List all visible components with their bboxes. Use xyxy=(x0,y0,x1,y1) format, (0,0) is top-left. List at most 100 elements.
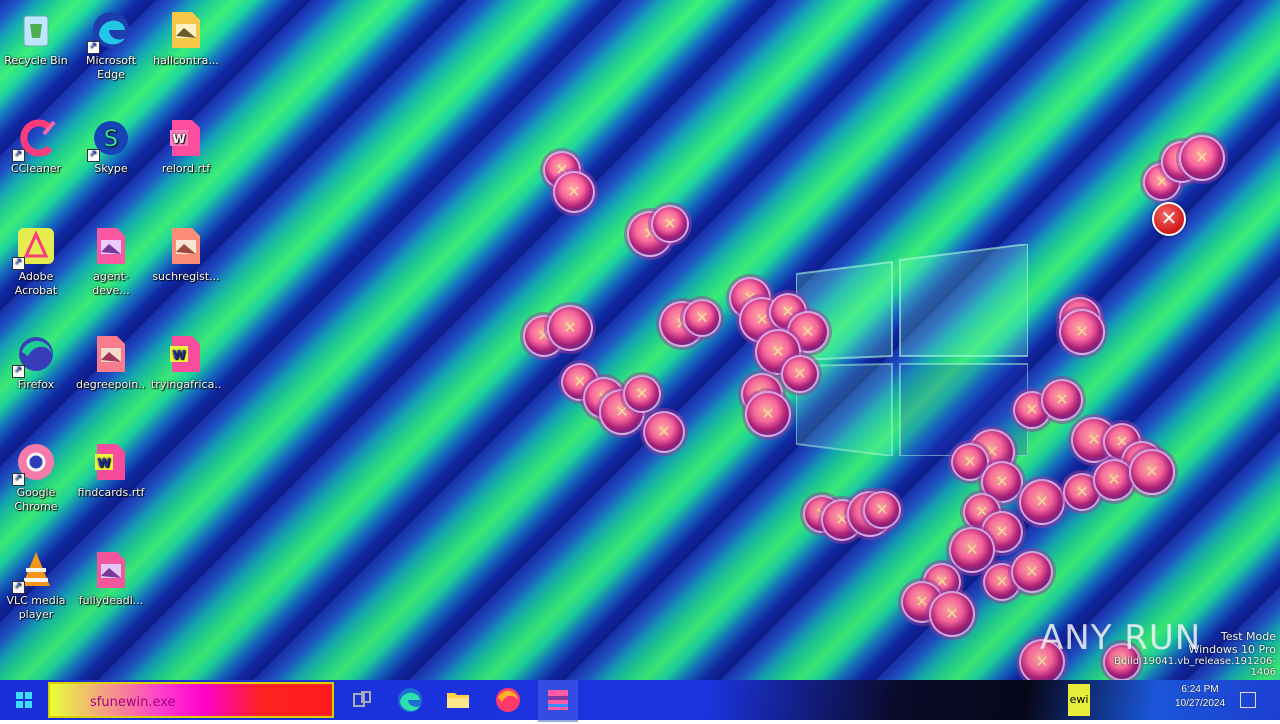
error-x-icon: ✕ xyxy=(1145,462,1159,481)
error-x-icon: ✕ xyxy=(657,422,671,441)
error-icon-ghost: ✕ xyxy=(643,411,685,453)
word-doc-icon: W xyxy=(89,440,133,484)
desktop-icon-label: Recycle Bin xyxy=(4,54,68,67)
desktop-icon-label: hallcontra... xyxy=(153,54,219,67)
desktop-icon-label: tryingafrica... xyxy=(151,378,221,391)
image-file-icon xyxy=(89,332,133,376)
anyrun-logo: ANY RUN xyxy=(1040,618,1202,658)
error-x-icon: ✕ xyxy=(793,364,807,383)
start-button[interactable] xyxy=(0,680,48,720)
taskbar-task-view[interactable] xyxy=(342,680,382,720)
desktop-icon-vlc[interactable]: VLC media player xyxy=(1,548,71,622)
word-doc-icon: W xyxy=(164,116,208,160)
tray-app-fragment[interactable]: ewi xyxy=(1068,684,1090,716)
desktop-icon-fullydeadl[interactable]: fullydeadl... xyxy=(76,548,146,608)
error-x-icon: ✕ xyxy=(875,500,889,519)
desktop-icon-label: CCleaner xyxy=(10,162,62,175)
desktop-icon-google-chrome[interactable]: Google Chrome xyxy=(1,440,71,514)
desktop-icon-label: findcards.rtf xyxy=(77,486,145,499)
desktop-icon-degreepoin[interactable]: degreepoin... xyxy=(76,332,146,392)
notification-icon[interactable] xyxy=(1240,692,1256,708)
error-icon-ghost: ✕ xyxy=(745,391,791,437)
taskbar-edge[interactable] xyxy=(390,680,430,720)
error-icon-ghost: ✕ xyxy=(547,305,593,351)
shortcut-arrow-icon xyxy=(87,147,100,162)
edge-icon xyxy=(398,688,422,712)
error-icon-ghost: ✕ xyxy=(1011,551,1053,593)
error-icon-ghost: ✕ xyxy=(553,171,595,213)
error-x-icon: ✕ xyxy=(1152,202,1186,236)
ccleaner-icon xyxy=(12,116,58,162)
desktop-icon-suchregist[interactable]: suchregist... xyxy=(151,224,221,284)
image-file-icon xyxy=(164,224,208,268)
image-file-icon xyxy=(89,224,133,268)
error-x-icon: ✕ xyxy=(1055,390,1069,409)
error-icon-ghost: ✕ xyxy=(1129,449,1175,495)
search-input[interactable] xyxy=(88,690,336,714)
shortcut-arrow-icon xyxy=(12,471,25,486)
desktop-icon-label: agent-deve... xyxy=(92,270,130,297)
desktop-icon-label: fullydeadl... xyxy=(78,594,144,607)
folder-icon xyxy=(447,693,469,708)
chrome-icon xyxy=(12,440,58,486)
error-icon-ghost: ✕ xyxy=(623,375,661,413)
svg-text:W: W xyxy=(172,132,185,146)
error-icon-ghost: ✕ xyxy=(863,491,901,529)
shortcut-arrow-icon xyxy=(87,39,100,54)
error-x-icon: ✕ xyxy=(1195,148,1209,167)
desktop-icon-ccleaner[interactable]: CCleaner xyxy=(1,116,71,176)
error-x-icon: ✕ xyxy=(563,318,577,337)
taskbar-winrar[interactable] xyxy=(538,680,578,722)
desktop-icon-label: Firefox xyxy=(17,378,55,391)
desktop-icon-label: Google Chrome xyxy=(14,486,58,513)
clock-time: 6:24 PM xyxy=(1181,684,1219,695)
desktop-icon-recycle-bin[interactable]: Recycle Bin xyxy=(1,8,71,68)
image-file-icon xyxy=(89,548,133,592)
error-icon-ghost: ✕ xyxy=(781,355,819,393)
winrar-icon xyxy=(548,690,568,710)
windows-logo xyxy=(796,244,1028,456)
desktop-icon-label: suchregist... xyxy=(152,270,220,283)
error-x-icon: ✕ xyxy=(1075,322,1089,341)
desktop-icon-label: relord.rtf xyxy=(161,162,211,175)
desktop-icon-hallcontra[interactable]: hallcontra... xyxy=(151,8,221,68)
error-icon-ghost: ✕ xyxy=(1059,309,1105,355)
desktop-icon-findcards[interactable]: W findcards.rtf xyxy=(76,440,146,500)
desktop-icon-tryingafrica[interactable]: W tryingafrica... xyxy=(151,332,221,392)
skype-icon: S xyxy=(87,116,133,162)
firefox-icon xyxy=(496,688,520,712)
svg-text:S: S xyxy=(104,127,118,152)
desktop-icon-firefox[interactable]: Firefox xyxy=(1,332,71,392)
desktop[interactable]: Recycle Bin CCleaner Adobe Acrobat Firef… xyxy=(0,0,1280,680)
error-x-icon: ✕ xyxy=(761,404,775,423)
desktop-icon-adobe-acrobat[interactable]: Adobe Acrobat xyxy=(1,224,71,298)
error-icon-ghost: ✕ xyxy=(1019,479,1065,525)
error-x-icon: ✕ xyxy=(1107,470,1121,489)
error-x-icon: ✕ xyxy=(1035,492,1049,511)
clock-date: 10/27/2024 xyxy=(1174,698,1226,709)
shortcut-arrow-icon xyxy=(12,579,25,594)
error-x-icon: ✕ xyxy=(567,182,581,201)
clock[interactable]: 6:24 PM 10/27/2024 xyxy=(1168,684,1232,709)
desktop-icon-label: Skype xyxy=(94,162,128,175)
error-x-icon: ✕ xyxy=(663,214,677,233)
taskbar-file-explorer[interactable] xyxy=(438,680,478,720)
error-icon-ghost: ✕ xyxy=(1093,459,1135,501)
desktop-icon-label: Microsoft Edge xyxy=(85,54,137,81)
desktop-icon-label: VLC media player xyxy=(6,594,66,621)
acrobat-icon xyxy=(12,224,58,270)
desktop-icon-relord[interactable]: W relord.rtf xyxy=(151,116,221,176)
watermark-line-3: Build 19041.vb_release.191206-1406 xyxy=(1114,656,1276,678)
shortcut-arrow-icon xyxy=(12,147,25,162)
task-view-icon xyxy=(353,691,371,707)
error-icon-ghost: ✕ xyxy=(651,205,689,243)
taskbar-search-box[interactable] xyxy=(48,682,336,718)
desktop-icon-agent-deve[interactable]: agent-deve... xyxy=(76,224,146,298)
desktop-icon-microsoft-edge[interactable]: Microsoft Edge xyxy=(76,8,146,82)
desktop-icon-skype[interactable]: S Skype xyxy=(76,116,146,176)
shortcut-arrow-icon xyxy=(12,255,25,270)
taskbar-firefox[interactable] xyxy=(488,680,528,720)
error-icon-ghost: ✕ xyxy=(683,299,721,337)
recycle-bin-icon xyxy=(14,8,58,52)
error-icon-ghost: ✕ xyxy=(1041,379,1083,421)
